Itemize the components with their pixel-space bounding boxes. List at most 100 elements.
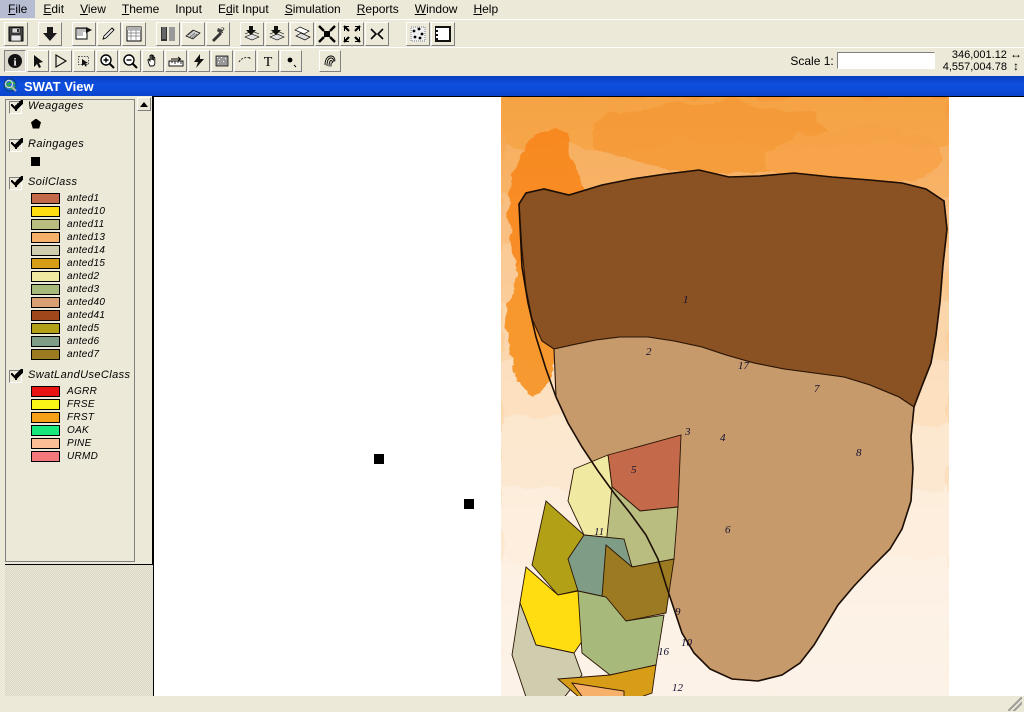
map-view[interactable]: 1 2 17 7 3 4 8 5 11 6 9 10 16 12 13 14 1 bbox=[153, 96, 1024, 696]
color-swatch bbox=[31, 451, 60, 462]
legend-class-item[interactable]: anted11 bbox=[6, 218, 134, 231]
legend-class-item[interactable]: anted14 bbox=[6, 244, 134, 257]
menu-edit-input[interactable]: Edit Input bbox=[210, 0, 277, 18]
open-table-icon[interactable] bbox=[122, 21, 146, 46]
menu-reports[interactable]: Reports bbox=[349, 0, 407, 18]
edit-legend-icon[interactable] bbox=[97, 21, 121, 46]
vertical-arrow-icon: ↕ bbox=[1013, 58, 1019, 73]
legend-class-item[interactable]: URMD bbox=[6, 450, 134, 463]
legend-class-label: anted41 bbox=[67, 310, 106, 321]
legend-class-item[interactable]: anted40 bbox=[6, 296, 134, 309]
subbasin-label: 8 bbox=[856, 447, 862, 459]
menu-simulation[interactable]: Simulation bbox=[277, 0, 349, 18]
menu-file[interactable]: File bbox=[0, 0, 36, 18]
menu-help[interactable]: Help bbox=[465, 0, 506, 18]
legend-class-item[interactable]: FRST bbox=[6, 411, 134, 424]
zoom-out-icon[interactable] bbox=[119, 50, 141, 72]
legend-class-item[interactable]: anted13 bbox=[6, 231, 134, 244]
color-swatch bbox=[31, 193, 60, 204]
scale-label: Scale 1: bbox=[790, 53, 834, 68]
legend-class-item[interactable]: anted2 bbox=[6, 270, 134, 283]
zoom-in-icon[interactable] bbox=[96, 50, 118, 72]
swat-view-titlebar[interactable]: SWAT View bbox=[0, 76, 1024, 96]
text-tool-icon[interactable]: T bbox=[257, 50, 279, 72]
area-of-interest-icon[interactable] bbox=[211, 50, 233, 72]
zoom-to-selected-icon[interactable] bbox=[240, 21, 264, 46]
legend-class-label: OAK bbox=[67, 425, 90, 436]
legend-class-item[interactable]: anted7 bbox=[6, 348, 134, 361]
main-toolbar: ? bbox=[0, 19, 1024, 47]
legend-layer-weagages[interactable]: Weagages bbox=[6, 100, 134, 131]
swat-view-title: SWAT View bbox=[24, 78, 94, 94]
svg-text:T: T bbox=[264, 55, 273, 69]
square-point-icon bbox=[31, 157, 40, 166]
layout-icon[interactable] bbox=[431, 21, 455, 46]
legend-layer-soilclass[interactable]: SoilClass anted1 anted10 anted11 anted13… bbox=[6, 176, 134, 361]
hammer-query-icon[interactable]: ? bbox=[206, 21, 230, 46]
legend-class-item[interactable]: anted15 bbox=[6, 257, 134, 270]
color-swatch bbox=[31, 412, 60, 423]
identify-icon[interactable]: i bbox=[4, 50, 26, 72]
checkbox-swatlanduseclass[interactable] bbox=[9, 369, 23, 383]
legend-list[interactable]: Weagages Raingages SoilClass anted1 ante… bbox=[5, 99, 135, 562]
select-features-icon[interactable] bbox=[181, 21, 205, 46]
download-arrow-icon[interactable] bbox=[38, 21, 62, 46]
save-project-icon[interactable] bbox=[4, 21, 28, 46]
checkbox-raingages[interactable] bbox=[9, 138, 23, 152]
subbasin-label: 5 bbox=[631, 464, 637, 476]
menu-edit[interactable]: Edit bbox=[35, 0, 72, 18]
legend-class-item[interactable]: anted5 bbox=[6, 322, 134, 335]
legend-class-item[interactable]: anted10 bbox=[6, 205, 134, 218]
legend-class-item[interactable]: anted6 bbox=[6, 335, 134, 348]
subbasin-label: 6 bbox=[725, 524, 731, 536]
query-builder-icon[interactable] bbox=[156, 21, 180, 46]
legend-class-item[interactable]: FRSE bbox=[6, 398, 134, 411]
label-icon[interactable] bbox=[234, 50, 256, 72]
legend-class-item[interactable]: anted41 bbox=[6, 309, 134, 322]
pan-hand-icon[interactable] bbox=[142, 50, 164, 72]
hot-link-icon[interactable] bbox=[188, 50, 210, 72]
legend-layer-label: Raingages bbox=[28, 138, 85, 150]
menu-view[interactable]: View bbox=[72, 0, 114, 18]
legend-scroll-up-button[interactable] bbox=[137, 97, 151, 111]
color-swatch bbox=[31, 425, 60, 436]
legend-class-item[interactable]: PINE bbox=[6, 437, 134, 450]
legend-layer-label: Weagages bbox=[28, 100, 84, 112]
zoom-full-extent-icon[interactable] bbox=[340, 21, 364, 46]
resize-grip-icon[interactable] bbox=[1008, 697, 1022, 711]
menu-theme[interactable]: Theme bbox=[114, 0, 167, 18]
subbasin-label: 2 bbox=[646, 346, 652, 358]
pointer-icon[interactable] bbox=[27, 50, 49, 72]
menu-input[interactable]: Input bbox=[167, 0, 210, 18]
color-swatch bbox=[31, 206, 60, 217]
legend-class-item[interactable]: OAK bbox=[6, 424, 134, 437]
draw-point-icon[interactable] bbox=[280, 50, 302, 72]
scale-input[interactable] bbox=[836, 52, 935, 69]
svg-text:i: i bbox=[13, 57, 16, 69]
select-box-icon[interactable] bbox=[73, 50, 95, 72]
subbasin-label: 9 bbox=[675, 606, 681, 618]
legend-class-item[interactable]: anted3 bbox=[6, 283, 134, 296]
menu-window[interactable]: Window bbox=[407, 0, 466, 18]
select-all-icon[interactable] bbox=[406, 21, 430, 46]
legend-class-item[interactable]: anted1 bbox=[6, 192, 134, 205]
measure-icon[interactable] bbox=[165, 50, 187, 72]
clear-selected-icon[interactable] bbox=[265, 21, 289, 46]
zoom-previous-icon[interactable] bbox=[315, 21, 339, 46]
layer-properties-icon[interactable] bbox=[72, 21, 96, 46]
legend-layer-swatlanduseclass[interactable]: SwatLandUseClass AGRR FRSE FRST OAK PINE… bbox=[6, 369, 134, 463]
legend-class-label: anted15 bbox=[67, 258, 106, 269]
legend-layer-raingages[interactable]: Raingages bbox=[6, 138, 134, 169]
legend-class-item[interactable]: AGRR bbox=[6, 385, 134, 398]
color-swatch bbox=[31, 245, 60, 256]
map-canvas[interactable]: 1 2 17 7 3 4 8 5 11 6 9 10 16 12 13 14 1 bbox=[154, 97, 1024, 696]
legend-scrollbar-track[interactable] bbox=[137, 112, 151, 558]
vertex-edit-icon[interactable] bbox=[50, 50, 72, 72]
checkbox-soilclass[interactable] bbox=[9, 176, 23, 190]
legend-panel-scroll-area[interactable] bbox=[5, 564, 153, 696]
legend-scroll-content: Weagages Raingages SoilClass anted1 ante… bbox=[6, 100, 134, 561]
fingerprint-icon[interactable] bbox=[319, 50, 341, 72]
zoom-to-theme-icon[interactable] bbox=[290, 21, 314, 46]
zoom-out-extent-icon[interactable] bbox=[365, 21, 389, 46]
checkbox-weagages[interactable] bbox=[9, 100, 23, 114]
